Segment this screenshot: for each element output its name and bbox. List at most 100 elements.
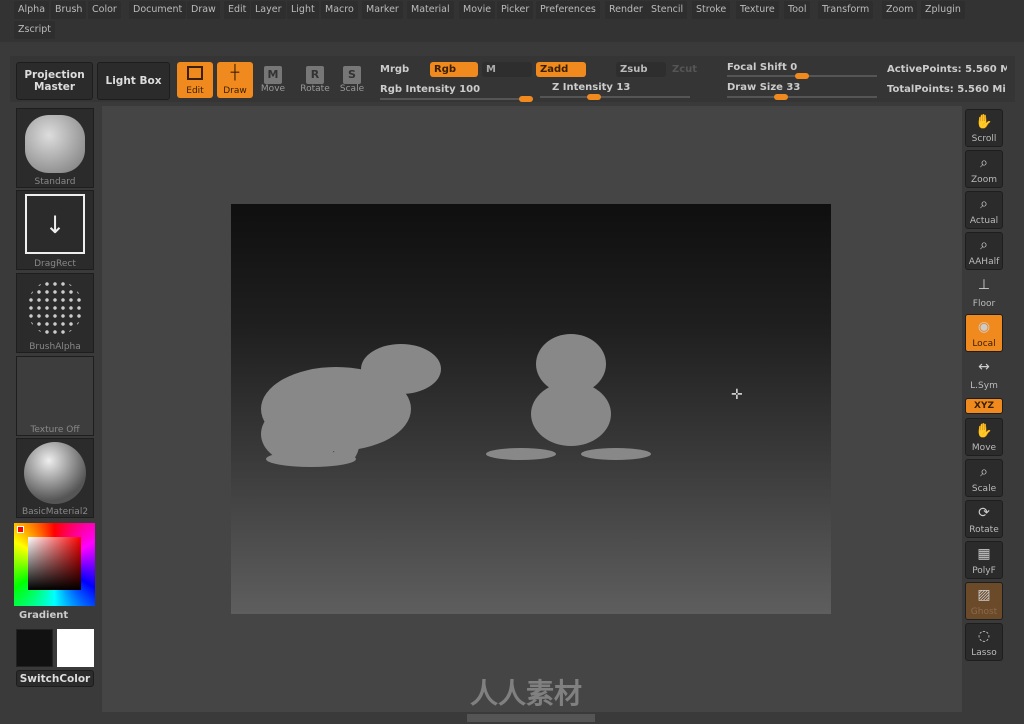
material-selector[interactable]: BasicMaterial2 — [16, 438, 94, 518]
shelf-polyf-button[interactable]: ▦ PolyF — [965, 541, 1003, 579]
rotate-button[interactable]: R Rotate — [297, 64, 333, 98]
move-label: Move — [260, 84, 286, 94]
shelf-scroll-button[interactable]: ✋ Scroll — [965, 109, 1003, 147]
shelf-lsym-button[interactable]: ↔ L.Sym — [965, 355, 1003, 393]
alpha-label: BrushAlpha — [29, 342, 81, 352]
menu-transform[interactable]: Transform — [818, 1, 874, 19]
stroke-selector[interactable]: ↓ DragRect — [16, 190, 94, 270]
scroll-icon: ✋ — [975, 114, 993, 130]
alpha-selector[interactable]: BrushAlpha — [16, 273, 94, 353]
local-icon: ◉ — [977, 319, 991, 335]
menu-stencil[interactable]: Stencil — [647, 1, 688, 19]
shelf-label: XYZ — [974, 401, 994, 411]
shelf-actual-button[interactable]: ⌕ Actual — [965, 191, 1003, 229]
mrgb-button[interactable]: Mrgb — [380, 64, 409, 75]
shelf-aahalf-button[interactable]: ⌕ AAHalf — [965, 232, 1003, 270]
shelf-label: Lasso — [971, 648, 997, 658]
scale-label: Scale — [339, 84, 365, 94]
menu-stroke[interactable]: Stroke — [692, 1, 731, 19]
secondary-color-swatch[interactable] — [57, 629, 94, 667]
menu-render[interactable]: Render — [605, 1, 647, 19]
focal-shift-label: Focal Shift 0 — [727, 62, 798, 73]
draw-label: Draw — [223, 86, 247, 96]
zoom-icon: ⌕ — [980, 155, 988, 171]
edit-label: Edit — [186, 86, 204, 96]
shelf-label: L.Sym — [970, 381, 998, 391]
color-picker[interactable] — [14, 523, 95, 606]
rgb-intensity-label: Rgb Intensity 100 — [380, 84, 481, 95]
menu-zscript[interactable]: Zscript — [14, 21, 55, 39]
menu-document[interactable]: Document — [129, 1, 187, 19]
zsub-button[interactable]: Zsub — [616, 62, 666, 77]
gradient-toggle[interactable]: Gradient — [19, 610, 68, 621]
shelf-zoom-button[interactable]: ⌕ Zoom — [965, 150, 1003, 188]
active-points: ActivePoints: 5.560 M — [887, 64, 1007, 75]
menu-tool[interactable]: Tool — [784, 1, 811, 19]
shelf-label: Ghost — [970, 607, 998, 617]
shelf-lasso-button[interactable]: ◌ Lasso — [965, 623, 1003, 661]
bottom-tray-handle[interactable] — [467, 714, 595, 722]
dragrect-icon: ↓ — [25, 194, 85, 254]
z-intensity-slider[interactable] — [540, 94, 690, 100]
menu-light[interactable]: Light — [287, 1, 319, 19]
frog-models — [261, 334, 651, 467]
material-label: BasicMaterial2 — [21, 507, 89, 517]
shelf-local-button[interactable]: ◉ Local — [965, 314, 1003, 352]
frog-front-view — [486, 334, 651, 460]
menu-zplugin[interactable]: Zplugin — [921, 1, 965, 19]
scale-icon: S — [343, 66, 361, 84]
focal-shift-slider[interactable] — [727, 73, 877, 79]
menu-macro[interactable]: Macro — [321, 1, 358, 19]
menu-zoom[interactable]: Zoom — [882, 1, 918, 19]
canvas[interactable]: ✛ — [231, 204, 831, 614]
menu-color[interactable]: Color — [88, 1, 121, 19]
shelf-scale-button[interactable]: ⌕ Scale — [965, 459, 1003, 497]
shelf-xyz-button[interactable]: XYZ — [965, 398, 1003, 414]
menu-preferences[interactable]: Preferences — [536, 1, 600, 19]
menu-marker[interactable]: Marker — [362, 1, 403, 19]
edit-button[interactable]: Edit — [177, 62, 213, 98]
alpha-dots-icon — [27, 280, 83, 336]
cursor-crosshair-icon: ✛ — [731, 387, 743, 403]
ghost-icon: ▨ — [977, 587, 991, 603]
menu-movie[interactable]: Movie — [459, 1, 496, 19]
menu-layer[interactable]: Layer — [251, 1, 286, 19]
rgb-intensity-slider[interactable] — [380, 96, 533, 102]
m-button[interactable]: M — [482, 62, 532, 77]
scale-button[interactable]: S Scale — [334, 64, 370, 98]
move-button[interactable]: M Move — [255, 64, 291, 98]
rotate-icon: R — [306, 66, 324, 84]
menu-edit[interactable]: Edit — [224, 1, 251, 19]
shelf-rotate-button[interactable]: ⟳ Rotate — [965, 500, 1003, 538]
main-color-swatch[interactable] — [16, 629, 53, 667]
texture-selector[interactable]: Texture Off — [16, 356, 94, 436]
menu-draw[interactable]: Draw — [187, 1, 220, 19]
switch-color-button[interactable]: SwitchColor — [16, 670, 94, 687]
menu-picker[interactable]: Picker — [497, 1, 534, 19]
brush-preview-icon — [25, 115, 85, 173]
z-intensity-label: Z Intensity 13 — [552, 82, 631, 93]
menu-alpha[interactable]: Alpha — [14, 1, 50, 19]
zadd-button[interactable]: Zadd — [536, 62, 586, 77]
brush-label: Standard — [34, 177, 76, 187]
rotate-label: Rotate — [300, 84, 330, 94]
draw-button[interactable]: ┼ Draw — [217, 62, 253, 98]
menu-brush[interactable]: Brush — [51, 1, 87, 19]
polyf-icon: ▦ — [977, 546, 991, 562]
shelf-label: Actual — [969, 216, 999, 226]
move-icon: M — [264, 66, 282, 84]
rgb-button[interactable]: Rgb — [430, 62, 478, 77]
shelf-ghost-button[interactable]: ▨ Ghost — [965, 582, 1003, 620]
shelf-move-button[interactable]: ✋ Move — [965, 418, 1003, 456]
menu-texture[interactable]: Texture — [736, 1, 779, 19]
zcut-button[interactable]: Zcut — [668, 62, 708, 77]
draw-size-slider[interactable] — [727, 94, 877, 100]
stroke-label: DragRect — [34, 259, 76, 269]
brush-selector[interactable]: Standard — [16, 108, 94, 188]
menu-material[interactable]: Material — [407, 1, 454, 19]
texture-label: Texture Off — [30, 425, 80, 435]
move-icon: ✋ — [975, 423, 993, 439]
light-box-button[interactable]: Light Box — [97, 62, 170, 100]
shelf-floor-button[interactable]: ⊥ Floor — [965, 273, 1003, 311]
projection-master-button[interactable]: Projection Master — [16, 62, 93, 100]
